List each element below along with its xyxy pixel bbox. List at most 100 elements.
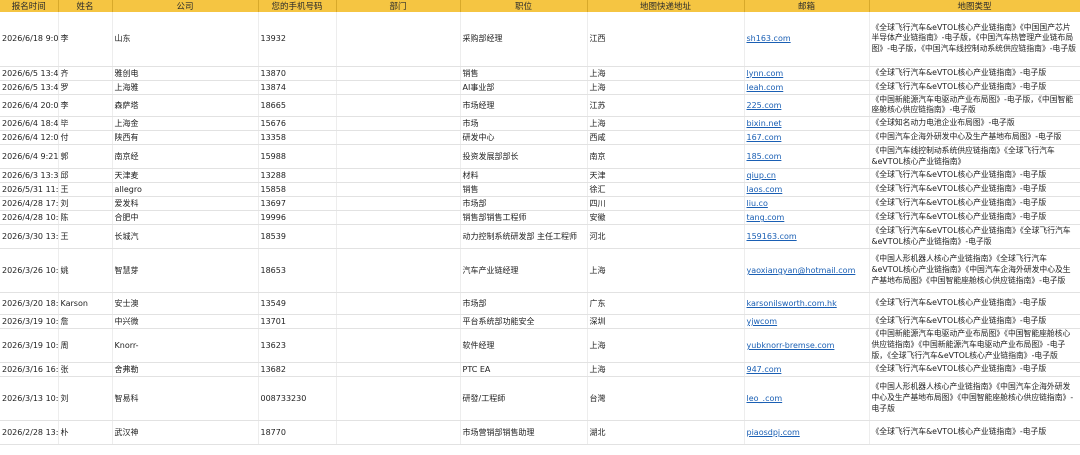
- table-row[interactable]: 2026/5/31 11:06王 allegro 15858 销售 徐汇 laos.com…: [0, 182, 1080, 198]
- cell-name[interactable]: Karson: [58, 292, 113, 316]
- table-row[interactable]: 2026/6/3 13:35 邱 天津麦 13288 材料 天津 qiup.cn 《全球飞行汽…: [0, 168, 1080, 184]
- cell-address[interactable]: 江西: [587, 12, 745, 67]
- header-map-type[interactable]: 地图类型: [869, 0, 1080, 12]
- table-row[interactable]: 2026/3/19 10:17詹 中兴微 13701 平台系统部功能安全 深圳 yjwco…: [0, 314, 1080, 330]
- cell-name[interactable]: 周: [58, 328, 113, 364]
- cell-map-type[interactable]: 《全球飞行汽车&eVTOL核心产业链指南》-电子版: [869, 168, 1080, 184]
- cell-name[interactable]: 张: [58, 362, 113, 378]
- table-row[interactable]: 2026/6/4 18:47 毕 上海金 15676 市场 上海 bixin.net 《全球知…: [0, 116, 1080, 132]
- cell-email-text[interactable]: 185.com: [747, 152, 782, 161]
- cell-dept[interactable]: [336, 210, 461, 226]
- cell-title[interactable]: 销售部销售工程师: [460, 210, 588, 226]
- cell-email-text[interactable]: 167.com: [747, 133, 782, 142]
- cell-phone[interactable]: 19996: [258, 210, 337, 226]
- cell-dept[interactable]: [336, 94, 461, 118]
- cell-map-type[interactable]: 《全球知名动力电池企业布局图》-电子版: [869, 116, 1080, 132]
- cell-title[interactable]: 软件经理: [460, 328, 588, 364]
- cell-phone[interactable]: 15676: [258, 116, 337, 132]
- cell-address[interactable]: 四川: [587, 196, 745, 212]
- cell-name[interactable]: 毕: [58, 116, 113, 132]
- cell-time[interactable]: 2026/6/5 13:46: [0, 66, 59, 81]
- table-row[interactable]: 2026/3/20 18:42Karson 安士澳 13549 市场部 广东 karson…: [0, 292, 1080, 316]
- cell-email[interactable]: tang.com: [744, 210, 870, 226]
- cell-title[interactable]: 市场经理: [460, 94, 588, 118]
- cell-title[interactable]: 采购部经理: [460, 12, 588, 67]
- cell-map-type[interactable]: 《中国汽车线控制动系统供应链指南》《全球飞行汽车&eVTOL核心产业链指南》: [869, 144, 1080, 170]
- cell-name[interactable]: 詹: [58, 314, 113, 330]
- cell-time[interactable]: 2026/3/16 16:42: [0, 362, 59, 378]
- cell-email[interactable]: laos.com: [744, 182, 870, 198]
- cell-address[interactable]: 广东: [587, 292, 745, 316]
- cell-email-text[interactable]: 159163.com: [747, 232, 797, 241]
- cell-company[interactable]: 合肥中: [112, 210, 259, 226]
- cell-title[interactable]: PTC EA: [460, 362, 588, 378]
- cell-email[interactable]: karsonilsworth.com.hk: [744, 292, 870, 316]
- cell-company[interactable]: 智慧芽: [112, 248, 259, 294]
- cell-email[interactable]: 185.com: [744, 144, 870, 170]
- cell-address[interactable]: 西咸: [587, 130, 745, 146]
- header-email[interactable]: 邮箱: [744, 0, 870, 12]
- cell-title[interactable]: 研發/工程師: [460, 376, 588, 422]
- table-row[interactable]: 2026/4/28 17:26刘 爱发科 13697 市场部 四川 liu.co 《全球飞行…: [0, 196, 1080, 212]
- cell-email-text[interactable]: 947.com: [747, 365, 782, 374]
- cell-name[interactable]: 齐: [58, 66, 113, 81]
- cell-map-type[interactable]: 《中国人形机器人核心产业链指南》《全球飞行汽车&eVTOL核心产业链指南》《中国…: [869, 248, 1080, 294]
- cell-title[interactable]: 销售: [460, 182, 588, 198]
- table-row[interactable]: 2026/3/13 10:50刘 智易科 008733230 研發/工程師 台灣 leo_…: [0, 376, 1080, 422]
- cell-company[interactable]: 舍弗勒: [112, 362, 259, 378]
- cell-email[interactable]: yaoxiangyan@hotmail.com: [744, 248, 870, 294]
- cell-time[interactable]: 2026/3/30 13:09: [0, 224, 59, 250]
- cell-map-type[interactable]: 《全球飞行汽车&eVTOL核心产业链指南》-电子版: [869, 66, 1080, 81]
- cell-map-type[interactable]: 《中国人形机器人核心产业链指南》《中国汽车企海外研发中心及生产基地布局图》《中国…: [869, 376, 1080, 422]
- cell-email[interactable]: 947.com: [744, 362, 870, 378]
- table-row[interactable]: 2026/2/28 13:41朴 武汉神 18770 市场营销部销售助理 湖北 piaos…: [0, 420, 1080, 446]
- cell-time[interactable]: 2026/3/19 10:17: [0, 314, 59, 330]
- cell-title[interactable]: 材料: [460, 168, 588, 184]
- cell-dept[interactable]: [336, 224, 461, 250]
- cell-company[interactable]: 森萨塔: [112, 94, 259, 118]
- cell-address[interactable]: 河北: [587, 224, 745, 250]
- table-row[interactable]: 2026/3/30 13:09王 长城汽 18539 动力控制系统研发部 主任工程师 河…: [0, 224, 1080, 250]
- cell-title[interactable]: 研发中心: [460, 130, 588, 146]
- cell-email-text[interactable]: sh163.com: [747, 34, 791, 43]
- cell-phone[interactable]: 18539: [258, 224, 337, 250]
- cell-map-type[interactable]: 《全球飞行汽车&eVTOL核心产业链指南》-电子版: [869, 292, 1080, 316]
- cell-company[interactable]: Knorr-: [112, 328, 259, 364]
- cell-dept[interactable]: [336, 116, 461, 132]
- cell-company[interactable]: 陕西有: [112, 130, 259, 146]
- cell-address[interactable]: 湖北: [587, 420, 745, 446]
- cell-phone[interactable]: 13932: [258, 12, 337, 67]
- cell-email[interactable]: leo_.com: [744, 376, 870, 422]
- cell-phone[interactable]: 13870: [258, 66, 337, 81]
- cell-map-type[interactable]: 《全球飞行汽车&eVTOL核心产业链指南》《中国国产芯片半导体产业链指南》-电子…: [869, 12, 1080, 67]
- cell-phone[interactable]: 13682: [258, 362, 337, 378]
- cell-phone[interactable]: 15988: [258, 144, 337, 170]
- cell-email-text[interactable]: laos.com: [747, 185, 783, 194]
- cell-title[interactable]: 投资发展部部长: [460, 144, 588, 170]
- cell-name[interactable]: 陈: [58, 210, 113, 226]
- cell-address[interactable]: 上海: [587, 248, 745, 294]
- cell-map-type[interactable]: 《全球飞行汽车&eVTOL核心产业链指南》-电子版: [869, 196, 1080, 212]
- cell-address[interactable]: 江苏: [587, 94, 745, 118]
- header-phone[interactable]: 您的手机号码: [258, 0, 337, 12]
- cell-company[interactable]: 上海雅: [112, 80, 259, 95]
- cell-address[interactable]: 上海: [587, 116, 745, 132]
- cell-time[interactable]: 2026/3/13 10:50: [0, 376, 59, 422]
- cell-company[interactable]: 武汉神: [112, 420, 259, 446]
- cell-company[interactable]: 安士澳: [112, 292, 259, 316]
- cell-map-type[interactable]: 《全球飞行汽车&eVTOL核心产业链指南》-电子版: [869, 314, 1080, 330]
- cell-email-text[interactable]: liu.co: [747, 199, 768, 208]
- cell-email[interactable]: liu.co: [744, 196, 870, 212]
- cell-email-text[interactable]: tang.com: [747, 213, 785, 222]
- cell-time[interactable]: 2026/6/4 9:21: [0, 144, 59, 170]
- cell-email-text[interactable]: yjwcom: [747, 317, 778, 326]
- cell-name[interactable]: 罗: [58, 80, 113, 95]
- cell-dept[interactable]: [336, 168, 461, 184]
- cell-phone[interactable]: 13358: [258, 130, 337, 146]
- cell-email[interactable]: sh163.com: [744, 12, 870, 67]
- table-row[interactable]: 2026/3/26 10:21姚 智慧芽 18653 汽车产业链经理 上海 yaoxian…: [0, 248, 1080, 294]
- cell-phone[interactable]: 18770: [258, 420, 337, 446]
- cell-dept[interactable]: [336, 248, 461, 294]
- cell-address[interactable]: 南京: [587, 144, 745, 170]
- cell-time[interactable]: 2026/3/26 10:21: [0, 248, 59, 294]
